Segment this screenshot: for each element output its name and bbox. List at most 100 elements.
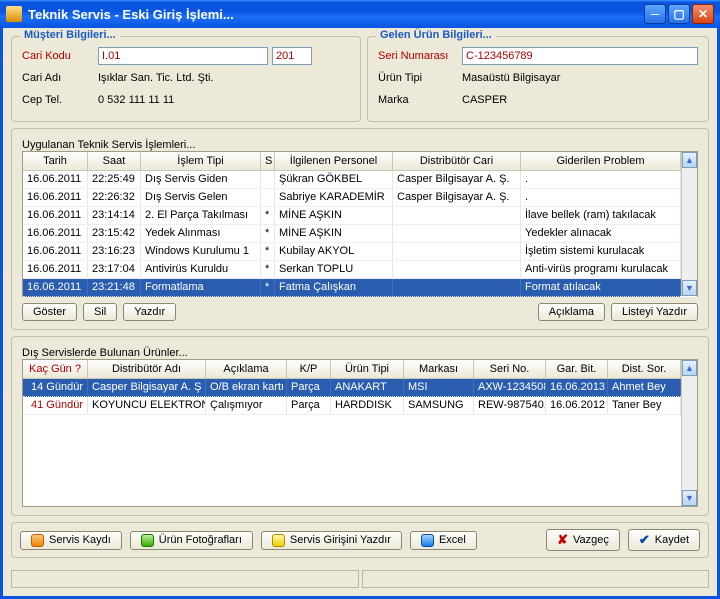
cell-personel: Sabriye KARADEMİR	[275, 189, 393, 206]
check-icon: ✔	[639, 532, 650, 548]
operations-scrollbar[interactable]: ▲ ▼	[681, 152, 697, 296]
cell-personel: MİNE AŞKIN	[275, 207, 393, 224]
marka-label: Marka	[378, 94, 462, 106]
listeyi-yazdir-button[interactable]: Listeyi Yazdır	[611, 303, 698, 321]
col-tarih[interactable]: Tarih	[23, 152, 88, 170]
cell-dist: Casper Bilgisayar A. Ş.	[393, 171, 521, 188]
excel-label: Excel	[439, 534, 466, 546]
kaydet-label: Kaydet	[655, 534, 689, 546]
cell-tarih: 16.06.2011	[23, 225, 88, 242]
operations-legend: Uygulanan Teknik Servis İşlemleri...	[22, 139, 698, 151]
kaydet-button[interactable]: ✔ Kaydet	[628, 529, 700, 551]
cell-seri: REW-9875401	[474, 397, 546, 414]
table-row[interactable]: 16.06.201123:14:142. El Parça Takılması*…	[23, 207, 681, 225]
minimize-button[interactable]: ─	[644, 4, 666, 24]
cari-kodu-ext-input[interactable]: 201	[272, 47, 312, 65]
cell-s	[261, 171, 275, 188]
col-gun[interactable]: Kaç Gün ?	[23, 360, 88, 378]
table-row[interactable]: 16.06.201122:25:49Dış Servis GidenŞükran…	[23, 171, 681, 189]
table-row[interactable]: 16.06.201123:15:42Yedek Alınması*MİNE AŞ…	[23, 225, 681, 243]
cell-s: *	[261, 225, 275, 242]
urun-tipi-label: Ürün Tipi	[378, 72, 462, 84]
cell-gar: 16.06.2013	[546, 379, 608, 396]
maximize-button[interactable]: ▢	[668, 4, 690, 24]
seri-no-label: Seri Numarası	[378, 50, 462, 62]
col-saat[interactable]: Saat	[88, 152, 141, 170]
col-dist[interactable]: Distribütör Cari	[393, 152, 521, 170]
cell-dist	[393, 279, 521, 296]
col-sor[interactable]: Dist. Sor.	[608, 360, 681, 378]
table-row[interactable]: 16.06.201122:26:32Dış Servis GelenSabriy…	[23, 189, 681, 207]
vazgec-button[interactable]: ✘ Vazgeç	[546, 529, 620, 551]
cell-problem: İlave bellek (ram) takılacak	[521, 207, 681, 224]
cell-dist	[393, 243, 521, 260]
external-scrollbar[interactable]: ▲ ▼	[681, 360, 697, 506]
footer-toolbar: Servis Kaydı Ürün Fotoğrafları Servis Gi…	[11, 522, 709, 558]
cell-sor: Ahmet Bey	[608, 379, 681, 396]
cell-saat: 23:21:48	[88, 279, 141, 296]
scroll-down-icon[interactable]: ▼	[682, 490, 697, 506]
aciklama-button[interactable]: Açıklama	[538, 303, 605, 321]
seri-no-input[interactable]: C-123456789	[462, 47, 698, 65]
cell-personel: MİNE AŞKIN	[275, 225, 393, 242]
cell-saat: 22:26:32	[88, 189, 141, 206]
col-s[interactable]: S	[261, 152, 275, 170]
col-gar[interactable]: Gar. Bit.	[546, 360, 608, 378]
cell-problem: İşletim sistemi kurulacak	[521, 243, 681, 260]
col-islem[interactable]: İşlem Tipi	[141, 152, 261, 170]
status-cell-2	[362, 570, 710, 588]
cell-personel: Fatma Çalışkan	[275, 279, 393, 296]
cell-sor: Taner Bey	[608, 397, 681, 414]
table-row[interactable]: 41 GündürKOYUNCU ELEKTRON.ÇalışmıyorParç…	[23, 397, 681, 415]
urun-fotograflari-button[interactable]: Ürün Fotoğrafları	[130, 531, 253, 550]
cari-adi-label: Cari Adı	[22, 72, 98, 84]
scroll-up-icon[interactable]: ▲	[682, 360, 697, 376]
status-bar	[11, 570, 709, 588]
table-row[interactable]: 14 GündürCasper Bilgisayar A. ŞO/B ekran…	[23, 379, 681, 397]
table-row[interactable]: 16.06.201123:21:48Formatlama*Fatma Çalış…	[23, 279, 681, 297]
external-grid[interactable]: Kaç Gün ? Distribütör Adı Açıklama K/P Ü…	[22, 359, 698, 507]
sil-button[interactable]: Sil	[83, 303, 117, 321]
cep-tel-label: Cep Tel.	[22, 94, 98, 106]
servis-kaydi-label: Servis Kaydı	[49, 534, 111, 546]
cell-tarih: 16.06.2011	[23, 279, 88, 296]
col-ext-dist[interactable]: Distribütör Adı	[88, 360, 206, 378]
table-row[interactable]: 16.06.201123:17:04Antivirüs Kuruldu*Serk…	[23, 261, 681, 279]
cell-saat: 23:14:14	[88, 207, 141, 224]
cell-dist: KOYUNCU ELEKTRON.	[88, 397, 206, 414]
cell-gun: 41 Gündür	[23, 397, 88, 414]
yazdir-button[interactable]: Yazdır	[123, 303, 176, 321]
col-personel[interactable]: İlgilenen Personel	[275, 152, 393, 170]
goster-button[interactable]: Göster	[22, 303, 77, 321]
cell-dist	[393, 207, 521, 224]
cell-dist: Casper Bilgisayar A. Ş.	[393, 189, 521, 206]
col-kp[interactable]: K/P	[287, 360, 331, 378]
col-ext-tip[interactable]: Ürün Tipi	[331, 360, 404, 378]
excel-button[interactable]: Excel	[410, 531, 477, 550]
col-ext-seri[interactable]: Seri No.	[474, 360, 546, 378]
cell-gar: 16.06.2012	[546, 397, 608, 414]
scroll-down-icon[interactable]: ▼	[682, 280, 697, 296]
col-problem[interactable]: Giderilen Problem	[521, 152, 681, 170]
servis-giris-label: Servis Girişini Yazdır	[290, 534, 391, 546]
cari-kodu-input[interactable]: I.01	[98, 47, 268, 65]
cell-seri: AXW-1234508	[474, 379, 546, 396]
cell-s: *	[261, 243, 275, 260]
titlebar: Teknik Servis - Eski Giriş İşlemi... ─ ▢…	[0, 0, 720, 28]
cell-problem: Yedekler alınacak	[521, 225, 681, 242]
cell-problem: Format atılacak	[521, 279, 681, 296]
servis-girisini-yazdir-button[interactable]: Servis Girişini Yazdır	[261, 531, 402, 550]
cell-islem: Antivirüs Kuruldu	[141, 261, 261, 278]
operations-section: Uygulanan Teknik Servis İşlemleri... Tar…	[11, 128, 709, 330]
col-ext-aciklama[interactable]: Açıklama	[206, 360, 287, 378]
operations-grid[interactable]: Tarih Saat İşlem Tipi S İlgilenen Person…	[22, 151, 698, 297]
servis-kaydi-button[interactable]: Servis Kaydı	[20, 531, 122, 550]
window-title: Teknik Servis - Eski Giriş İşlemi...	[28, 7, 234, 22]
col-ext-marka[interactable]: Markası	[404, 360, 474, 378]
table-row[interactable]: 16.06.201123:16:23Windows Kurulumu 1*Kub…	[23, 243, 681, 261]
cell-islem: Windows Kurulumu 1	[141, 243, 261, 260]
close-button[interactable]: ✕	[692, 4, 714, 24]
orange-icon	[31, 534, 44, 547]
cell-personel: Serkan TOPLU	[275, 261, 393, 278]
scroll-up-icon[interactable]: ▲	[682, 152, 697, 168]
